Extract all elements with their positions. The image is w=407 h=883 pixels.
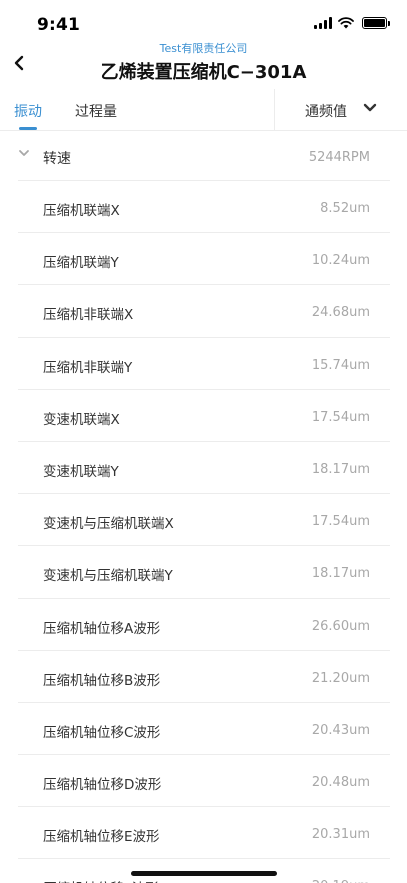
- filter-dropdown[interactable]: 通频值: [274, 89, 407, 130]
- home-indicator: [131, 871, 277, 876]
- status-time: 9:41: [37, 15, 81, 35]
- list-item-value: 20.48um: [311, 775, 370, 791]
- tab-bar: 振动 过程量 通频值: [0, 89, 407, 131]
- page-title: 乙烯装置压缩机C−301A: [100, 62, 307, 83]
- list-item[interactable]: 压缩机联端Y 10.24um: [18, 233, 390, 286]
- list-item-label: 变速机联端X: [43, 411, 120, 428]
- list-item-label: 压缩机轴位移B波形: [43, 672, 161, 689]
- list-item-value: 17.54um: [311, 409, 370, 425]
- list-item-label: 变速机与压缩机联端Y: [43, 568, 173, 585]
- list-item-label: 压缩机轴位移E波形: [43, 829, 160, 846]
- list-item-label: 压缩机轴位移C波形: [43, 724, 161, 741]
- chevron-down-icon: [19, 150, 29, 156]
- list-item-label: 压缩机非联端Y: [43, 359, 133, 376]
- list-item-value: 26.60um: [311, 618, 370, 634]
- company-name: Test有限责任公司: [159, 42, 248, 55]
- list-item-label: 压缩机联端Y: [43, 255, 119, 272]
- list-item[interactable]: 压缩机非联端X 24.68um: [18, 285, 390, 338]
- list-item-label: 压缩机联端X: [43, 203, 120, 219]
- list-item-value: 8.52um: [320, 201, 370, 216]
- list-item[interactable]: 压缩机轴位移D波形 20.48um: [18, 755, 390, 808]
- cellular-signal-icon: [314, 17, 332, 29]
- measurement-list: 压缩机联端X 8.52um 压缩机联端Y 10.24um 压缩机非联端X 24.68um 压…: [0, 181, 407, 883]
- list-item-value: 20.31um: [311, 827, 370, 843]
- list-item-value: 18.17um: [311, 461, 370, 477]
- list-item-label: 压缩机轴位移F波形: [43, 877, 159, 883]
- list-item-label: 变速机联端Y: [43, 463, 119, 480]
- wifi-icon: [338, 17, 354, 29]
- list-item[interactable]: 压缩机轴位移B波形 21.20um: [18, 651, 390, 703]
- list-item[interactable]: 压缩机轴位移E波形 20.31um: [18, 807, 390, 860]
- group-value: 5244RPM: [308, 150, 370, 165]
- list-item[interactable]: 变速机联端X 17.54um: [18, 390, 390, 442]
- list-item[interactable]: 变速机联端Y 18.17um: [18, 442, 390, 495]
- tab-vibration[interactable]: 振动: [14, 101, 42, 121]
- list-item[interactable]: 压缩机轴位移C波形 20.43um: [18, 703, 390, 756]
- list-item-value: 21.20um: [311, 670, 370, 686]
- list-item[interactable]: 压缩机轴位移A波形 26.60um: [18, 599, 390, 651]
- tab-active-indicator: [19, 127, 37, 130]
- list-item-value: 15.74um: [311, 357, 370, 373]
- list-item-value: 24.68um: [311, 305, 370, 321]
- chevron-down-icon: [363, 103, 377, 112]
- list-item-value: 18.17um: [311, 566, 370, 582]
- list-item-value: 20.43um: [311, 722, 370, 738]
- list-item-label: 变速机与压缩机联端X: [43, 516, 174, 533]
- list-item-label: 压缩机轴位移D波形: [43, 777, 162, 794]
- list-item-value: 17.54um: [311, 514, 370, 530]
- list-item[interactable]: 压缩机联端X 8.52um: [18, 181, 390, 234]
- list-item-label: 压缩机非联端X: [43, 307, 134, 324]
- battery-icon: [362, 17, 390, 29]
- list-item-label: 压缩机轴位移A波形: [43, 620, 161, 637]
- nav-bar: Test有限责任公司 乙烯装置压缩机C−301A: [0, 38, 407, 88]
- list-item[interactable]: 压缩机非联端Y 15.74um: [18, 338, 390, 390]
- list-item-value: 20.19um: [312, 879, 370, 883]
- tab-process[interactable]: 过程量: [75, 101, 117, 121]
- status-icons: [314, 17, 390, 29]
- list-item-value: 10.24um: [311, 253, 370, 269]
- list-item[interactable]: 变速机与压缩机联端Y 18.17um: [18, 546, 390, 599]
- group-label: 转速: [43, 151, 71, 167]
- list-item[interactable]: 变速机与压缩机联端X 17.54um: [18, 494, 390, 547]
- group-row-speed[interactable]: 转速 5244RPM: [18, 131, 390, 181]
- filter-label: 通频值: [305, 104, 347, 120]
